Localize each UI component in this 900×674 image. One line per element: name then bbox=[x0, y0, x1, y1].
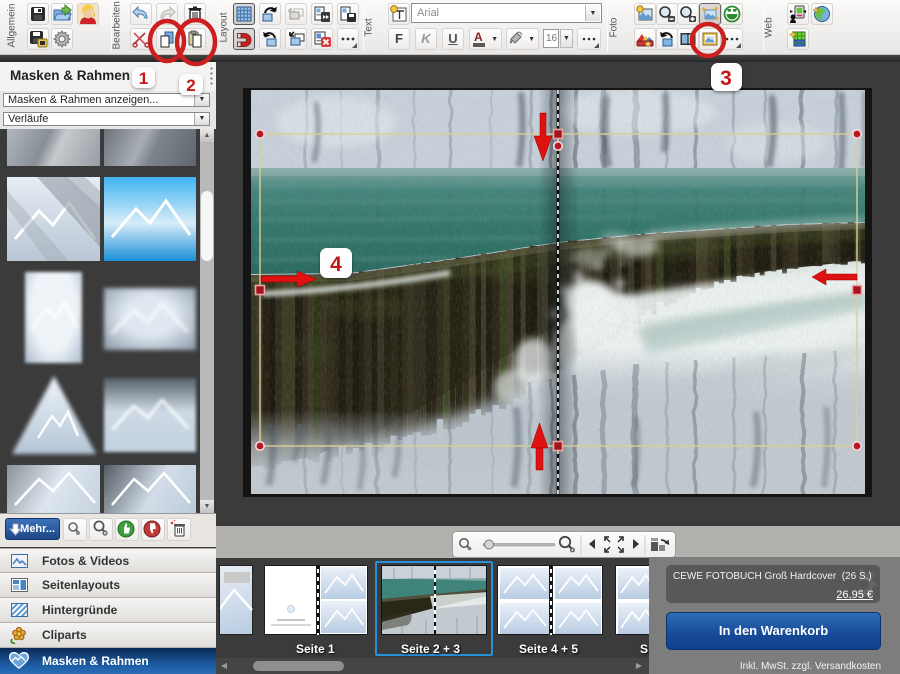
svg-text:3: 3 bbox=[720, 67, 732, 90]
svg-text:4: 4 bbox=[330, 253, 342, 276]
